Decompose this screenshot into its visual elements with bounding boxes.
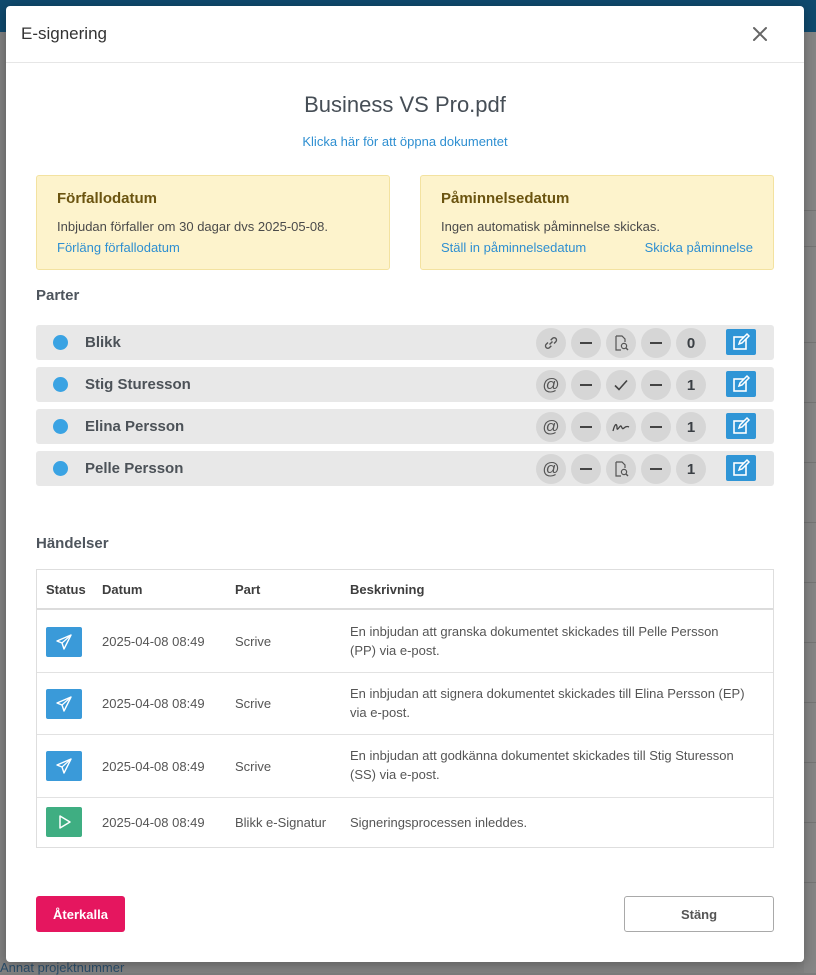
reminder-card: Påminnelsedatum Ingen automatisk påminne… (420, 175, 774, 270)
event-date: 2025-04-08 08:49 (102, 815, 205, 830)
sent-paper-plane-icon (46, 751, 82, 781)
event-description: En inbjudan att signera dokumentet skick… (350, 686, 745, 720)
modal-title: E-signering (21, 24, 107, 43)
party-count-badge: 1 (676, 454, 706, 484)
party-name: Elina Persson (85, 418, 185, 435)
minus-icon (641, 412, 671, 442)
event-description-line: via e-post. (350, 705, 410, 720)
edit-party-button[interactable] (726, 329, 756, 355)
event-date: 2025-04-08 08:49 (102, 634, 205, 649)
party-name: Blikk (85, 334, 121, 351)
reminder-title: Påminnelsedatum (441, 190, 570, 207)
event-date: 2025-04-08 08:49 (102, 696, 205, 711)
parties-title: Parter (36, 287, 80, 304)
link-icon[interactable] (536, 328, 566, 358)
party-row: Pelle Persson @ 1 (36, 451, 774, 486)
email-delivery-icon[interactable]: @ (536, 454, 566, 484)
event-date: 2025-04-08 08:49 (102, 759, 205, 774)
edit-party-button[interactable] (726, 371, 756, 397)
party-count-badge: 1 (676, 412, 706, 442)
review-document-icon[interactable] (606, 328, 636, 358)
play-started-icon (46, 807, 82, 837)
events-title: Händelser (36, 535, 109, 552)
table-row: 2025-04-08 08:49 Scrive En inbjudan att … (37, 673, 773, 735)
signature-icon[interactable] (606, 412, 636, 442)
event-description: Signeringsprocessen inleddes. (350, 815, 528, 830)
sent-paper-plane-icon (46, 627, 82, 657)
document-title: Business VS Pro.pdf (304, 92, 506, 117)
party-row: Stig Sturesson @ 1 (36, 367, 774, 402)
minus-icon (571, 454, 601, 484)
party-status-dot (53, 461, 68, 476)
party-status-dot (53, 377, 68, 392)
column-party: Part (235, 582, 261, 597)
minus-icon (571, 328, 601, 358)
event-description-line: En inbjudan att godkänna dokumentet skic… (350, 748, 734, 763)
approve-check-icon[interactable] (606, 370, 636, 400)
modal-header: E-signering (6, 6, 804, 63)
column-description: Beskrivning (350, 582, 425, 597)
minus-icon (641, 454, 671, 484)
event-party: Scrive (235, 696, 272, 711)
event-description: En inbjudan att granska dokumentet skick… (350, 624, 719, 658)
event-description-line: En inbjudan att signera dokumentet skick… (350, 686, 745, 701)
reminder-text: Ingen automatisk påminnelse skickas. (441, 219, 660, 234)
party-name: Pelle Persson (85, 460, 184, 477)
background-right-panel (804, 32, 816, 973)
email-delivery-icon[interactable]: @ (536, 370, 566, 400)
event-description-line: (PP) via e-post. (350, 643, 440, 658)
event-description-line: En inbjudan att granska dokumentet skick… (350, 624, 719, 639)
sent-paper-plane-icon (46, 689, 82, 719)
table-row: 2025-04-08 08:49 Scrive En inbjudan att … (37, 735, 773, 798)
party-count-badge: 1 (676, 370, 706, 400)
extend-expiry-link[interactable]: Förläng förfallodatum (57, 240, 180, 255)
party-row: Blikk 0 (36, 325, 774, 360)
party-row: Elina Persson @ 1 (36, 409, 774, 444)
events-table-header: Status Datum Part Beskrivning (37, 570, 773, 610)
event-description-line: (SS) via e-post. (350, 767, 440, 782)
esign-modal: E-signering Business VS Pro.pdf Klicka h… (6, 6, 804, 962)
minus-icon (571, 412, 601, 442)
party-name: Stig Sturesson (85, 376, 191, 393)
minus-icon (641, 328, 671, 358)
close-button[interactable]: Stäng (624, 896, 774, 932)
revoke-button[interactable]: Återkalla (36, 896, 125, 932)
send-reminder-link[interactable]: Skicka påminnelse (645, 240, 753, 255)
event-party: Blikk e-Signatur (235, 815, 327, 830)
email-delivery-icon[interactable]: @ (536, 412, 566, 442)
edit-party-button[interactable] (726, 413, 756, 439)
party-status-dot (53, 419, 68, 434)
table-row: 2025-04-08 08:49 Scrive En inbjudan att … (37, 611, 773, 673)
events-table: Status Datum Part Beskrivning 2025-04-08… (36, 569, 774, 848)
event-party: Scrive (235, 634, 272, 649)
minus-icon (641, 370, 671, 400)
minus-icon (571, 370, 601, 400)
table-row: 2025-04-08 08:49 Blikk e-Signatur Signer… (37, 798, 773, 847)
party-status-dot (53, 335, 68, 350)
event-description: En inbjudan att godkänna dokumentet skic… (350, 748, 734, 782)
event-party: Scrive (235, 759, 272, 774)
expiry-card: Förfallodatum Inbjudan förfaller om 30 d… (36, 175, 390, 270)
review-document-icon[interactable] (606, 454, 636, 484)
close-icon[interactable] (748, 22, 772, 46)
open-document-link[interactable]: Klicka här för att öppna dokumentet (6, 134, 804, 149)
edit-party-button[interactable] (726, 455, 756, 481)
party-count-badge: 0 (676, 328, 706, 358)
column-date: Datum (102, 582, 143, 597)
expiry-title: Förfallodatum (57, 190, 157, 207)
column-status: Status (46, 582, 86, 597)
expiry-text: Inbjudan förfaller om 30 dagar dvs 2025-… (57, 219, 329, 234)
set-reminder-link[interactable]: Ställ in påminnelsedatum (441, 240, 586, 255)
